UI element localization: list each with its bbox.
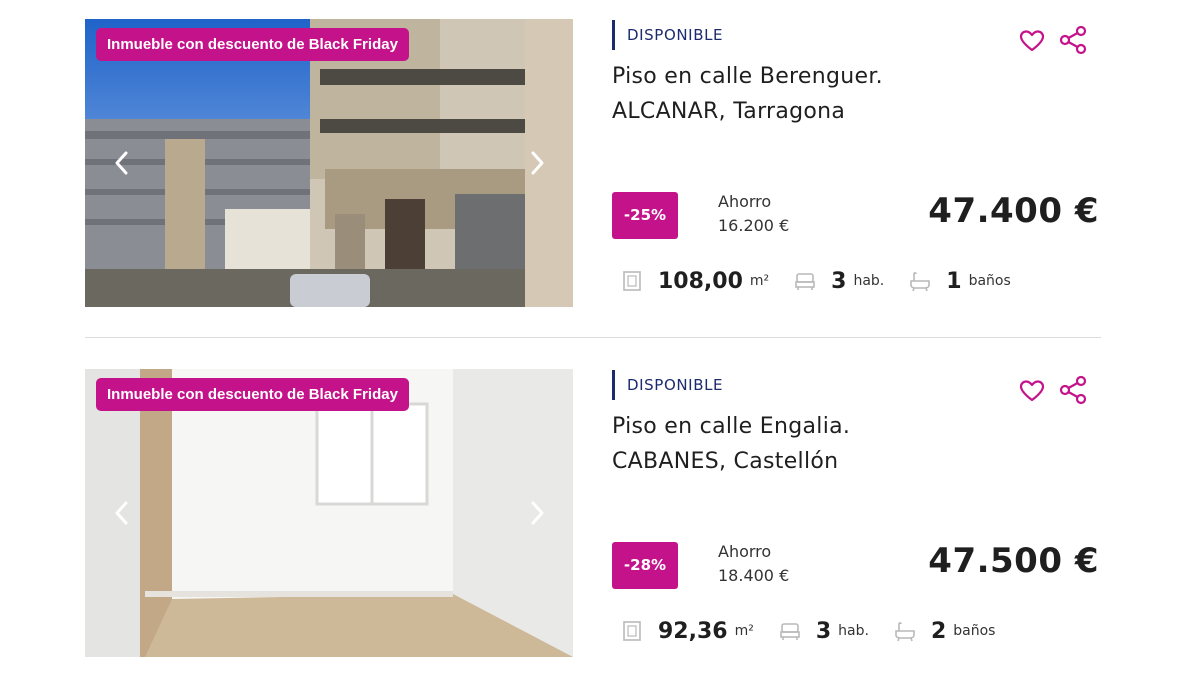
rooms-unit: hab.	[853, 273, 885, 289]
chevron-left-icon[interactable]	[110, 150, 134, 176]
feature-baths: 2 baños	[895, 618, 996, 644]
area-icon	[622, 620, 642, 642]
listing-title[interactable]: Piso en calle Engalia. CABANES, Castelló…	[612, 409, 1032, 479]
baths-value: 1	[946, 268, 962, 294]
bed-icon	[780, 620, 800, 642]
rooms-value: 3	[831, 268, 847, 294]
title-location: ALCANAR, Tarragona	[612, 99, 846, 124]
bed-icon	[795, 270, 815, 292]
listing-info: DISPONIBLE Piso en calle Engalia. CABANE…	[612, 369, 1101, 657]
price: 47.500 €	[928, 541, 1099, 581]
price: 47.400 €	[928, 191, 1099, 231]
saving-info: Ahorro 18.400 €	[718, 540, 789, 588]
status-badge: DISPONIBLE	[612, 20, 723, 50]
share-icon[interactable]	[1059, 375, 1087, 405]
chevron-right-icon[interactable]	[525, 500, 549, 526]
bathtub-icon	[910, 270, 931, 292]
area-icon	[622, 270, 642, 292]
listing-title[interactable]: Piso en calle Berenguer. ALCANAR, Tarrag…	[612, 59, 1032, 129]
title-location: CABANES, Castellón	[612, 449, 839, 474]
area-value: 108,00	[658, 268, 743, 294]
feature-area: 108,00 m²	[622, 269, 769, 294]
discount-badge: -28%	[612, 542, 678, 589]
heart-icon[interactable]	[1019, 29, 1045, 53]
empty-room-photo	[85, 369, 573, 657]
black-friday-badge: Inmueble con descuento de Black Friday	[96, 28, 409, 61]
street-building-photo	[85, 19, 573, 307]
listing-actions	[1019, 25, 1087, 57]
title-street: Piso en calle Berenguer.	[612, 64, 883, 89]
area-value: 92,36	[658, 618, 728, 644]
listing-card[interactable]: Inmueble con descuento de Black Friday D…	[85, 19, 1101, 307]
listing-photo[interactable]: Inmueble con descuento de Black Friday	[85, 369, 573, 657]
rooms-unit: hab.	[838, 623, 869, 639]
feature-area: 92,36 m²	[622, 619, 754, 644]
title-street: Piso en calle Engalia.	[612, 414, 851, 439]
black-friday-badge: Inmueble con descuento de Black Friday	[96, 378, 409, 411]
saving-label: Ahorro	[718, 192, 772, 211]
baths-unit: baños	[968, 273, 1011, 289]
bathtub-icon	[895, 620, 915, 642]
features-row: 108,00 m² 3 hab. 1 baños	[622, 266, 1037, 296]
area-unit: m²	[749, 273, 770, 289]
saving-info: Ahorro 16.200 €	[718, 190, 789, 238]
baths-unit: baños	[953, 623, 996, 639]
feature-rooms: 3 hab.	[780, 619, 869, 644]
listing-photo[interactable]: Inmueble con descuento de Black Friday	[85, 19, 573, 307]
area-unit: m²	[734, 623, 754, 639]
listing-card[interactable]: Inmueble con descuento de Black Friday D…	[85, 369, 1101, 657]
saving-label: Ahorro	[718, 542, 772, 561]
discount-badge: -25%	[612, 192, 678, 239]
saving-value: 18.400 €	[718, 566, 790, 585]
rooms-value: 3	[815, 618, 832, 644]
listing-divider	[85, 337, 1101, 338]
chevron-left-icon[interactable]	[110, 500, 134, 526]
features-row: 92,36 m² 3 hab. 2 baños	[622, 616, 1021, 646]
listing-info: DISPONIBLE Piso en calle Berenguer. ALCA…	[612, 19, 1101, 307]
baths-value: 2	[930, 618, 947, 644]
feature-baths: 1 baños	[910, 269, 1011, 294]
saving-value: 16.200 €	[718, 216, 790, 235]
chevron-right-icon[interactable]	[525, 150, 549, 176]
feature-rooms: 3 hab.	[795, 269, 884, 294]
listing-actions	[1019, 375, 1087, 407]
heart-icon[interactable]	[1019, 379, 1045, 403]
share-icon[interactable]	[1059, 25, 1087, 55]
status-badge: DISPONIBLE	[612, 370, 723, 400]
